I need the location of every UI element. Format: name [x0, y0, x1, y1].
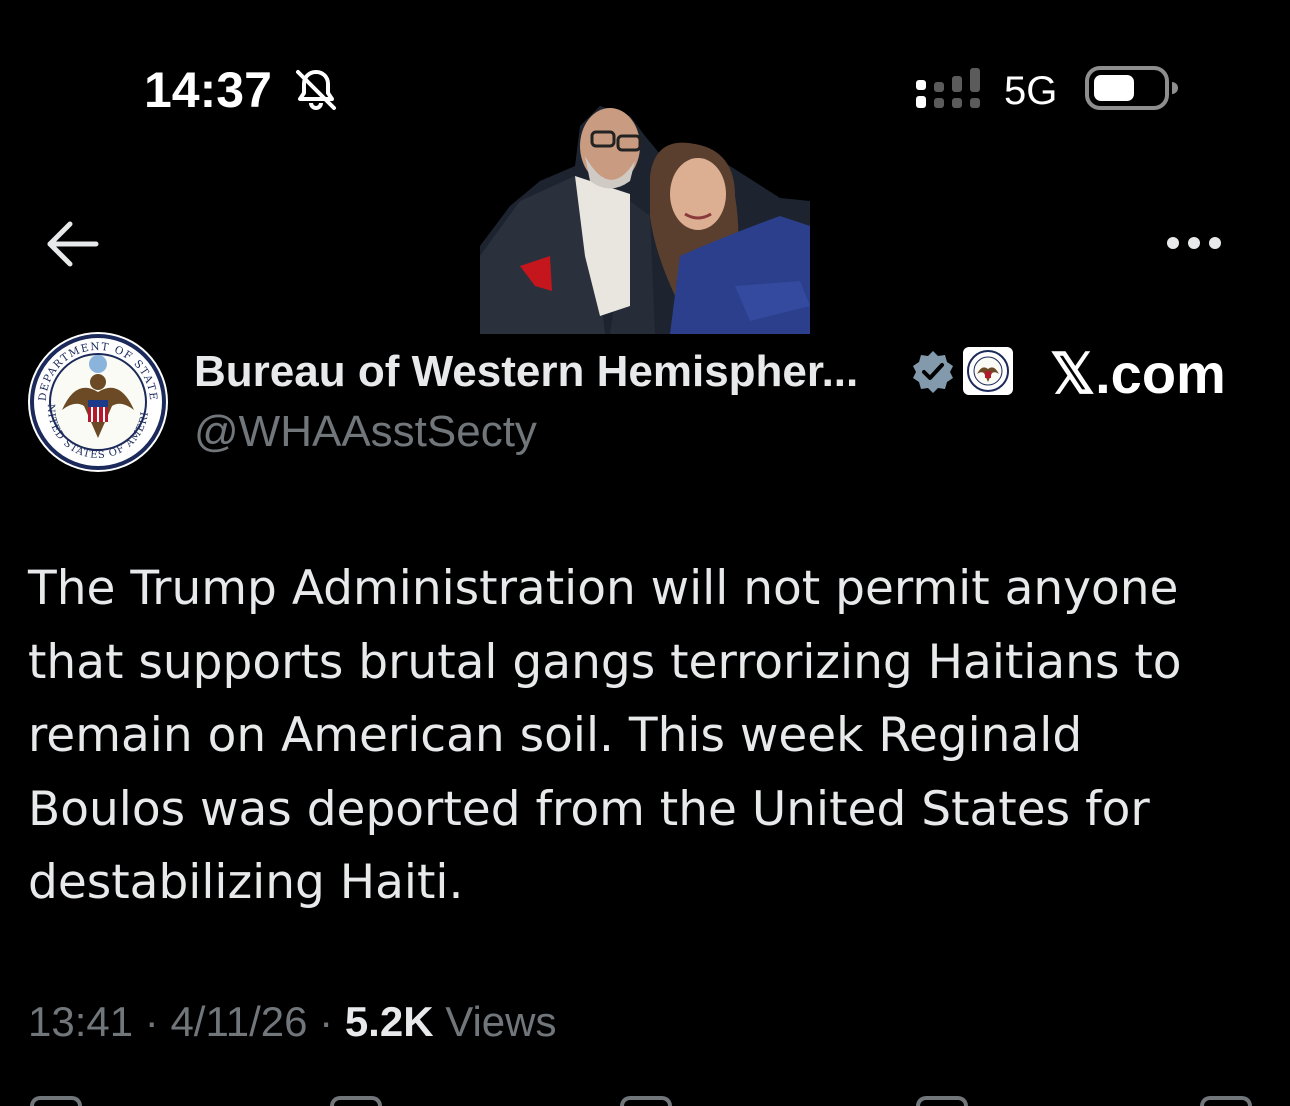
share-icon[interactable] [1200, 1096, 1252, 1106]
reply-icon[interactable] [30, 1096, 82, 1106]
bookmark-icon[interactable] [916, 1096, 968, 1106]
verified-badge-icon[interactable] [910, 349, 956, 395]
author-display-name[interactable]: Bureau of Western Hemispher... [194, 344, 858, 400]
tweet-text-line: The Trump Administration will not permit… [28, 561, 1179, 616]
tweet-text-line: that supports brutal gangs terrorizing H… [28, 634, 1182, 690]
meta-separator: · [144, 998, 159, 1045]
x-com-watermark: 𝕏.com [1050, 342, 1226, 405]
status-time: 14:37 [144, 62, 272, 118]
meta-separator: · [319, 998, 334, 1045]
affiliation-seal-icon[interactable] [962, 346, 1014, 396]
views-label[interactable]: Views [445, 998, 556, 1045]
arrow-left-icon[interactable] [42, 218, 102, 270]
tweet-date[interactable]: 4/11/26 [170, 998, 307, 1045]
like-icon[interactable] [620, 1096, 672, 1106]
network-type: 5G [1004, 69, 1058, 113]
tweet-text-line: remain on American soil. This week Regin… [28, 708, 1083, 763]
signal-icon [916, 68, 980, 108]
action-bar [0, 1090, 1290, 1106]
tweet-time[interactable]: 13:41 [28, 998, 133, 1045]
author-handle[interactable]: @WHAAsstSecty [194, 404, 537, 460]
battery-icon [1085, 66, 1178, 110]
more-horizontal-icon[interactable] [1164, 232, 1224, 254]
views-count[interactable]: 5.2K [345, 998, 434, 1045]
department-of-state-seal-icon[interactable]: DEPARTMENT OF STATE UNITED STATES OF AME… [26, 330, 170, 474]
bell-slash-icon [296, 70, 336, 110]
tweet-text-line: Boulos was deported from the United Stat… [28, 781, 1150, 837]
tweet-text-line: destabilizing Haiti. [28, 855, 464, 910]
repost-icon[interactable] [330, 1096, 382, 1106]
tweet-text: The Trump Administration will not permit… [28, 552, 1238, 920]
overlay-photo [480, 106, 810, 334]
tweet-meta: 13:41 · 4/11/26 · 5.2K Views [28, 994, 556, 1050]
